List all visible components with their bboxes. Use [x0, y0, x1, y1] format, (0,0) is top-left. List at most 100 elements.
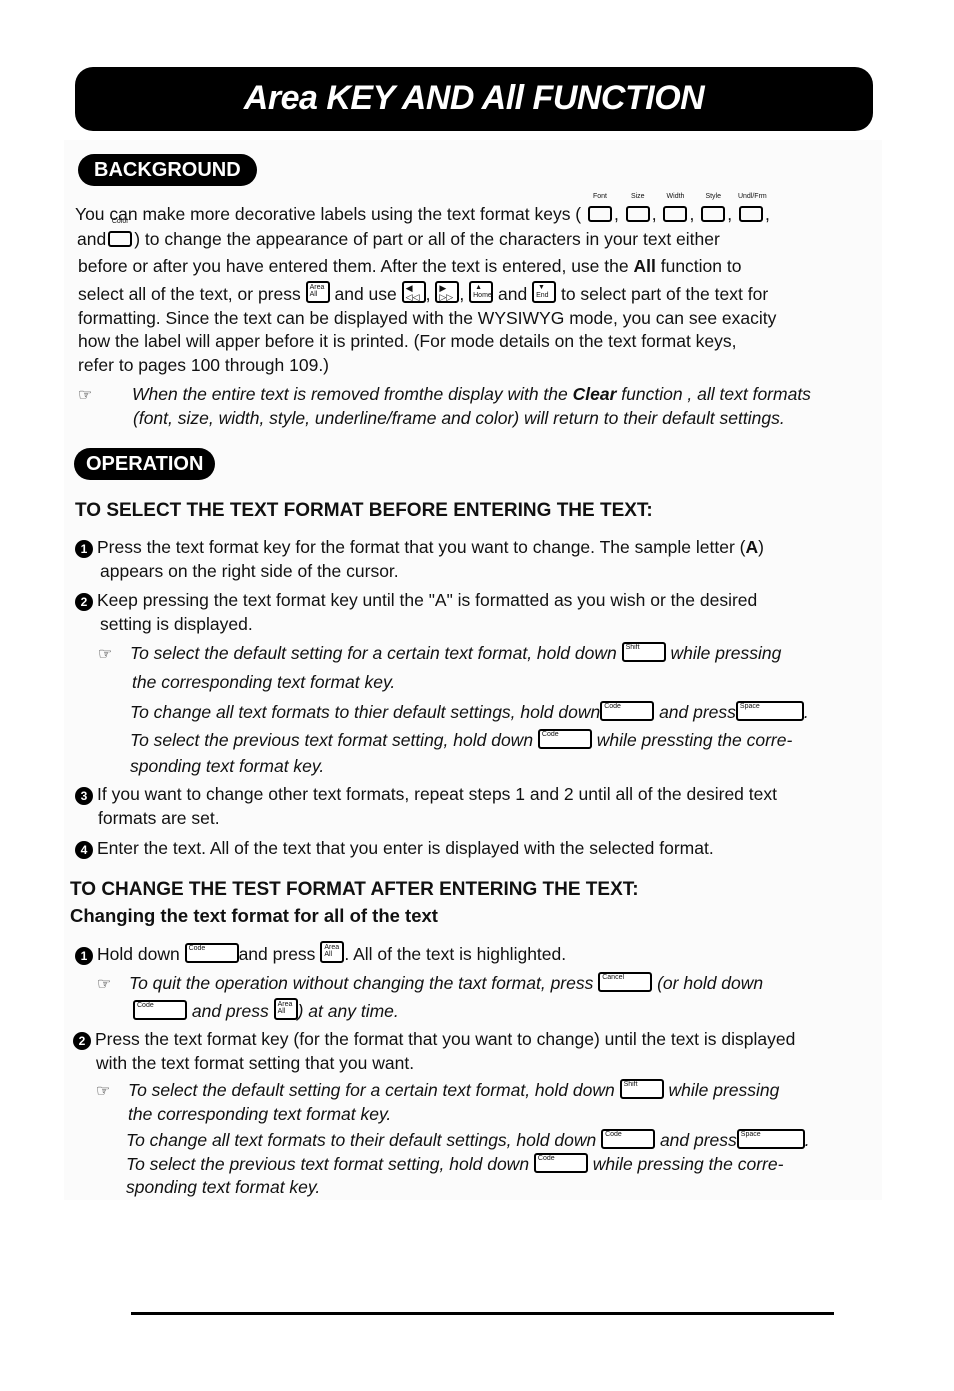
s1-note-1-line-1: ☞ To select the default setting for a cer… — [98, 642, 781, 666]
s1-step-2-line-2: setting is displayed. — [100, 614, 253, 634]
sample-letter: A — [745, 537, 759, 557]
area-all-key-icon: Area All — [305, 281, 330, 303]
background-note-line-1: ☞ When the entire text is removed fromthe… — [78, 383, 811, 407]
background-line-2: and Color) to change the appearance of pa… — [77, 218, 720, 250]
text: Keep pressing the text format key until … — [97, 590, 758, 610]
s1-note-3-line-1: To select the previous text format setti… — [130, 729, 792, 751]
section-after-entering-subheading: Changing the text format for all of the … — [70, 905, 438, 926]
shift-key-icon: Shift — [621, 642, 666, 662]
text: When the entire text is removed fromthe … — [132, 384, 573, 404]
step-number-2: 2 — [73, 1032, 91, 1050]
background-note-line-2: (font, size, width, style, underline/fra… — [133, 408, 785, 428]
background-heading: BACKGROUND — [78, 154, 257, 186]
text: select all of the text, or press — [78, 284, 301, 304]
text: and press — [659, 1130, 737, 1150]
footer-rule — [131, 1312, 834, 1315]
s2-note-4-line-2: sponding text format key. — [126, 1177, 321, 1197]
s1-step-1-line-2: appears on the right side of the cursor. — [100, 561, 399, 581]
s1-note-1-line-2: the corresponding text format key. — [132, 672, 396, 692]
background-line-3: before or after you have entered them. A… — [78, 255, 741, 277]
note-hand-icon: ☞ — [98, 646, 113, 663]
text: and — [498, 284, 528, 304]
size-key-icon: Size — [625, 193, 651, 224]
text: Press the text format key for the format… — [97, 537, 746, 557]
background-line-5: formatting. Since the text can be displa… — [78, 308, 777, 328]
text: Press the text format key (for the forma… — [95, 1029, 796, 1049]
text: and — [77, 229, 107, 249]
note-hand-icon: ☞ — [96, 1083, 111, 1100]
step-number-1: 1 — [75, 540, 93, 558]
s1-step-2-line-1: 2 Keep pressing the text format key until… — [75, 589, 757, 611]
text: To select the default setting for a cert… — [130, 643, 617, 663]
font-key-icon: Font — [587, 193, 613, 224]
width-key-icon: Width — [662, 193, 688, 224]
text: ) at any time. — [297, 1001, 399, 1021]
s1-step-4-line: 4 Enter the text. All of the text that yo… — [75, 837, 714, 859]
text: (or hold down — [657, 973, 764, 993]
text: and press — [659, 702, 736, 722]
all-function-label: All — [633, 256, 656, 276]
space-key-icon: Space — [735, 701, 804, 721]
cancel-key-icon: Cancel — [598, 972, 653, 992]
text: To select the previous text format setti… — [126, 1154, 530, 1174]
background-line-7: refer to pages 100 through 109.) — [78, 355, 330, 375]
s2-note-4-line-1: To select the previous text format setti… — [126, 1153, 783, 1175]
text: To select the previous text format setti… — [130, 730, 534, 750]
text: To quit the operation without changing t… — [129, 973, 594, 993]
background-line-1: You can make more decorative labels usin… — [75, 193, 770, 224]
text: To change all text formats to thier defa… — [130, 702, 601, 722]
space-key-icon: Space — [736, 1129, 805, 1149]
code-key-icon: Code — [601, 1129, 656, 1149]
text: while pressing the corre- — [592, 1154, 784, 1174]
s2-note-1-line-2: Code and press Area All) at any time. — [133, 998, 399, 1022]
undl-frm-key-icon: Undl/Frm — [738, 193, 767, 224]
text: To change all text formats to their defa… — [126, 1130, 597, 1150]
text: before or after you have entered them. A… — [78, 256, 634, 276]
clear-function-label: Clear — [572, 384, 617, 404]
section-before-entering-heading: TO SELECT THE TEXT FORMAT BEFORE ENTERIN… — [75, 500, 653, 521]
text: You can make more decorative labels usin… — [75, 204, 582, 224]
s1-note-3-line-2: sponding text format key. — [130, 756, 325, 776]
page-title: Area KEY AND All FUNCTION — [243, 79, 705, 117]
end-key-icon: ▼ End — [532, 281, 557, 303]
code-key-icon: Code — [184, 943, 239, 963]
note-hand-icon: ☞ — [97, 976, 112, 993]
text: and press — [238, 944, 316, 964]
code-key-icon: Code — [133, 1000, 187, 1020]
s2-note-3-line: To change all text formats to their defa… — [126, 1129, 810, 1151]
text: function to — [655, 256, 742, 276]
text: ) — [758, 537, 764, 557]
text: to select part of the text for — [560, 284, 769, 304]
step-number-3: 3 — [75, 787, 93, 805]
text: function , all text formats — [616, 384, 811, 404]
text: To select the default setting for a cert… — [128, 1080, 615, 1100]
s1-step-3-line-1: 3 If you want to change other text format… — [75, 783, 777, 805]
s2-note-2-line-1: ☞ To select the default setting for a cer… — [96, 1079, 779, 1103]
s2-note-1-line-1: ☞ To quit the operation without changing … — [97, 972, 763, 996]
code-key-icon: Code — [533, 1153, 588, 1173]
text: Enter the text. All of the text that you… — [97, 838, 714, 858]
s1-note-2-line: To change all text formats to thier defa… — [130, 701, 809, 723]
code-key-icon: Code — [537, 729, 592, 749]
color-key-icon: Color — [107, 218, 133, 249]
home-key-icon: ▲ Home — [469, 281, 494, 303]
s1-step-3-line-2: formats are set. — [98, 808, 220, 828]
text: . — [804, 1130, 810, 1150]
page-title-banner: Area KEY AND All FUNCTION — [75, 67, 873, 131]
text: while pressting the corre- — [596, 730, 793, 750]
section-after-entering-heading: TO CHANGE THE TEST FORMAT AFTER ENTERING… — [70, 879, 639, 900]
text: . All of the text is highlighted. — [344, 944, 567, 964]
background-line-4: select all of the text, or press Area All… — [78, 281, 769, 304]
s1-step-1-line-1: 1 Press the text format key for the forma… — [75, 536, 764, 558]
text: and use — [334, 284, 397, 304]
text: ) to change the appearance of part or al… — [134, 229, 720, 249]
operation-heading: OPERATION — [74, 448, 216, 480]
shift-key-icon: Shift — [619, 1079, 664, 1099]
area-all-key-icon: Area All — [320, 941, 345, 963]
step-number-1: 1 — [75, 947, 93, 965]
text: and press — [191, 1001, 269, 1021]
text: Hold down — [97, 944, 180, 964]
text: . — [803, 702, 809, 722]
background-line-6: how the label will apper before it is pr… — [78, 331, 737, 351]
text: while pressing — [670, 643, 782, 663]
